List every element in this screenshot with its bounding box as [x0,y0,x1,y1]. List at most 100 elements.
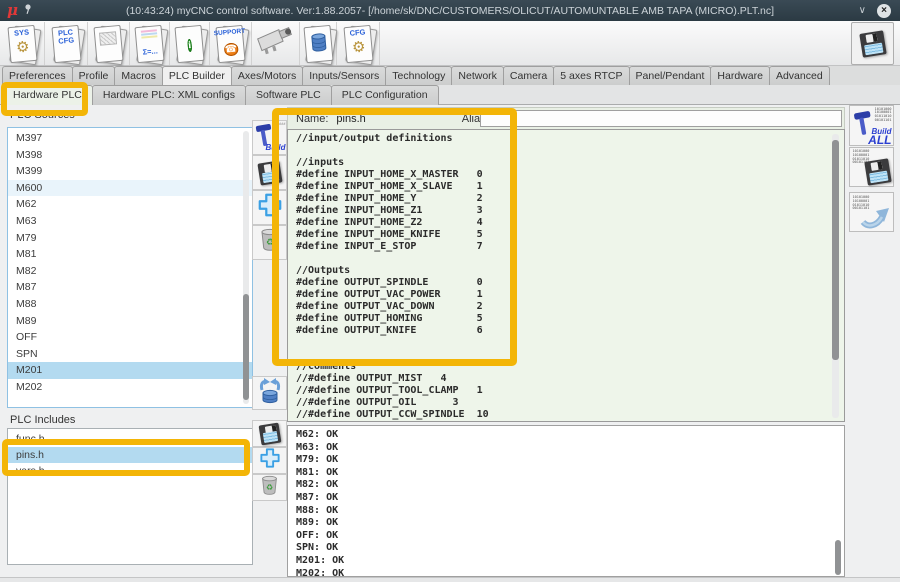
main-tab[interactable]: Hardware [710,66,770,85]
plc-cfg-button[interactable]: PLC CFG [45,22,88,65]
sources-scrollbar-thumb[interactable] [243,294,249,400]
save-all-button[interactable] [851,22,894,65]
plc-source-item[interactable]: M62 [8,196,252,213]
build-hammer-icon: #### Build [254,122,286,154]
trash-icon: ♻ [260,475,279,501]
plc-sources-list[interactable]: M397M398M399M600M62 M63 M79M81 M82 M87 M88M89… [7,127,253,408]
delete-source-button[interactable]: ♻ [252,225,287,260]
plc-include-item[interactable]: func.h [8,431,252,447]
main-tab-label: Axes/Motors [238,70,296,82]
plc-source-item[interactable]: M81 [8,246,252,263]
plc-source-item[interactable]: M87 [8,279,252,296]
plc-source-item-label: M87 [16,281,36,293]
plc-source-item[interactable]: SPN [8,346,252,363]
save-include-button[interactable] [252,420,287,447]
main-tab-label: Profile [79,70,109,82]
macros-button[interactable] [88,22,130,65]
build-all-button[interactable]: 10101000 10100001 01011010 00101101 Buil… [849,105,894,146]
aliases-input[interactable] [480,110,842,127]
commit-to-database-button[interactable] [252,376,287,410]
main-tab[interactable]: Axes/Motors [231,66,303,85]
titlebar: μ (10:43:24) myCNC control software. Ver… [0,0,900,21]
plc-source-item[interactable]: M63 [8,213,252,230]
plc-source-item[interactable]: M398 [8,147,252,164]
main-tab-label: Camera [510,70,547,82]
main-tab[interactable]: Technology [385,66,452,85]
main-tab-label: Panel/Pendant [636,70,705,82]
add-include-button[interactable] [252,447,287,474]
plc-include-item[interactable]: vars.h [8,463,252,479]
delete-include-button[interactable]: ♻ [252,474,287,501]
code-editor[interactable]: //input/output definitions //inputs #def… [287,129,845,422]
chevron-down-icon[interactable]: ∨ [859,5,866,16]
send-binary-button[interactable]: 10101000 10100001 01011010 00101101 [849,192,894,232]
main-tab[interactable]: Macros [114,66,162,85]
plc-source-item[interactable]: M201 [8,362,252,379]
code-content: //input/output definitions //inputs #def… [288,130,844,422]
pin-icon[interactable] [23,2,33,20]
save-source-button[interactable] [252,155,287,190]
plc-source-item[interactable]: M397 [8,130,252,147]
sub-tab[interactable]: Hardware PLC: XML configs [92,85,246,105]
binary-upload-arrow-icon: 10101000 10100001 01011010 00101101 [853,195,891,229]
sub-tab[interactable]: PLC Configuration [331,85,439,105]
main-tab[interactable]: Advanced [769,66,830,85]
output-scrollbar-thumb[interactable] [835,540,841,575]
plc-source-item[interactable]: OFF [8,329,252,346]
sub-tab[interactable]: Hardware PLC [2,85,93,105]
sub-tab-label: Hardware PLC: XML configs [103,89,235,101]
plc-source-item-label: M82 [16,265,36,277]
sub-tab[interactable]: Software PLC [245,85,332,105]
cfg-label: CFG [349,28,365,37]
plc-source-item[interactable]: M79 [8,230,252,247]
main-tab-bar: Preferences Profile MacrosPLC Builder Axes/… [0,66,900,85]
build-label: Build [266,143,286,152]
main-tab[interactable]: Profile [72,66,116,85]
plc-source-item[interactable]: M399 [8,163,252,180]
main-tab[interactable]: 5 axes RTCP [553,66,629,85]
plc-includes-list[interactable]: func.hpins.hvars.h [7,428,253,565]
main-tab[interactable]: PLC Builder [162,66,232,85]
plc-cfg-label: PLC CFG [57,28,74,45]
plc-source-item[interactable]: M82 [8,263,252,280]
main-tab[interactable]: Camera [503,66,554,85]
add-source-button[interactable] [252,190,287,225]
plc-source-item[interactable]: M88 [8,296,252,313]
camera-button[interactable] [252,22,300,65]
plc-source-item-label: M81 [16,248,36,260]
cfg-button[interactable]: CFG ⚙ [337,22,380,65]
main-tab[interactable]: Preferences [2,66,73,85]
plc-source-item[interactable]: M89 [8,313,252,330]
plc-includes-label: PLC Includes [10,414,75,426]
main-tab[interactable]: Network [451,66,504,85]
plc-source-item-label: M63 [16,215,36,227]
database-icon [309,32,328,57]
plc-source-item[interactable]: M202 [8,379,252,396]
plc-sources-label: PLC Sources [10,109,75,121]
svg-text:♻: ♻ [266,482,273,491]
editor-scrollbar-thumb[interactable] [832,140,839,360]
database-button[interactable] [300,22,337,65]
support-button[interactable]: SUPPORT ☎ [210,22,252,65]
gear-icon: ⚙ [15,38,30,57]
main-tab[interactable]: Panel/Pendant [629,66,712,85]
close-icon[interactable]: × [877,4,891,18]
name-label: Name: [296,113,328,125]
build-output-panel[interactable]: M62: OK M63: OK M79: OK M81: OK M82: OK … [287,425,845,577]
formula-document-icon: Σ=... [136,26,163,62]
plc-include-item[interactable]: pins.h [8,447,252,463]
main-tab-label: Network [458,70,497,82]
main-tab[interactable]: Inputs/Sensors [302,66,386,85]
camera-icon [256,27,296,60]
editor-header: Name: pins.h Aliases: [287,107,845,129]
plus-icon [257,192,283,223]
build-button[interactable]: #### Build [252,120,287,155]
sys-config-button[interactable]: SYS ⚙ [0,22,45,65]
info-button[interactable]: i [170,22,210,65]
svg-text:♻: ♻ [265,237,273,247]
file-name-value: pins.h [336,113,365,125]
save-binary-button[interactable]: 10101000 10100001 01011010 00101101 [849,147,894,187]
macros-document-icon [95,26,122,62]
plc-source-item[interactable]: M600 [8,180,252,197]
formula-button[interactable]: Σ=... [130,22,170,65]
